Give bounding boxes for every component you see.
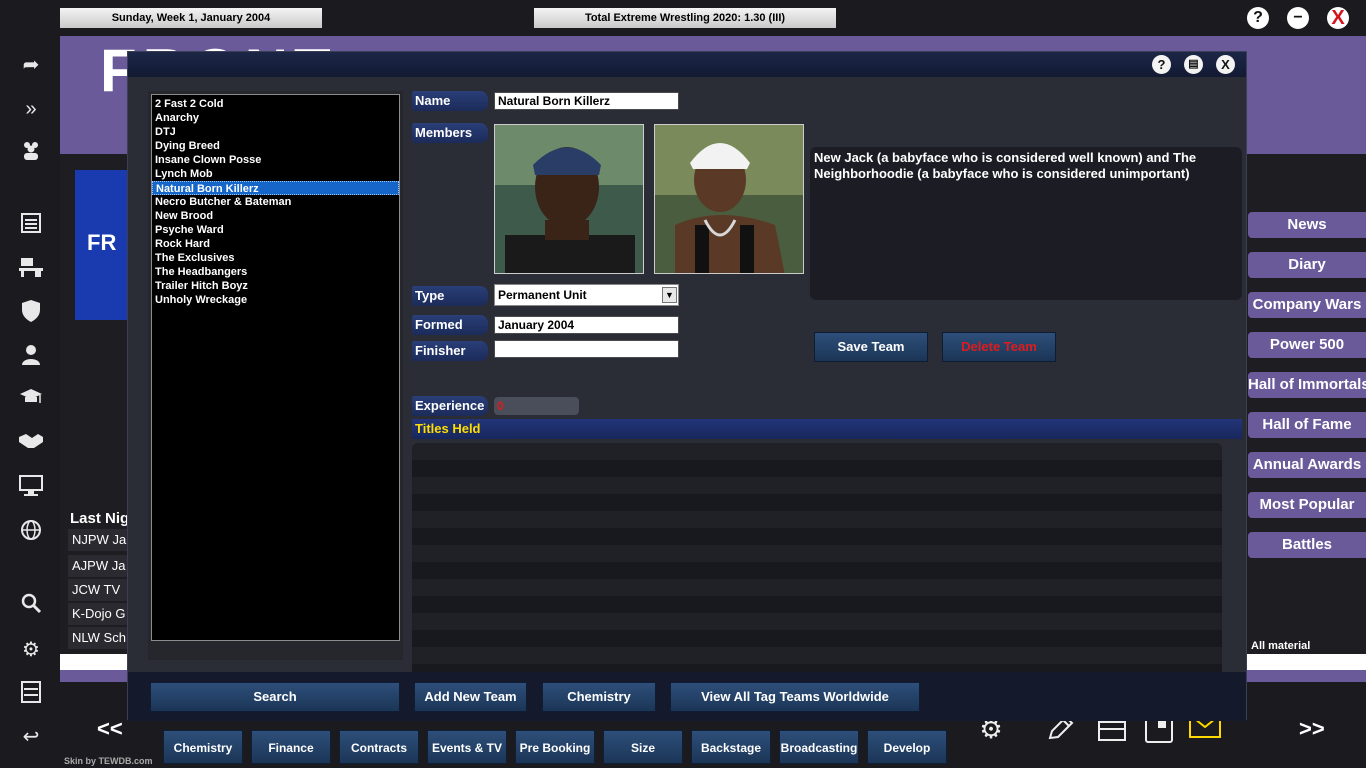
members-label: Members (412, 123, 488, 143)
save-team-button[interactable]: Save Team (814, 332, 928, 362)
list-item[interactable]: NJPW Ja (68, 529, 128, 551)
prev-arrow[interactable]: << (97, 716, 123, 742)
formed-label: Formed (412, 315, 488, 335)
team-name-field[interactable]: Natural Born Killerz (494, 92, 679, 110)
list-item[interactable]: DTJ (152, 125, 399, 139)
list-item-selected[interactable]: Natural Born Killerz (152, 181, 399, 195)
member-photo-neighborhoodie[interactable] (654, 124, 804, 274)
chemistry-tab-button[interactable]: Chemistry (163, 730, 243, 764)
skin-credit: Skin by TEWDB.com (64, 756, 153, 766)
left-sidebar: ➦ » ⚙ ↩ (0, 36, 60, 768)
nav-hall-of-immortals[interactable]: Hall of Immortals (1248, 372, 1366, 398)
back-icon[interactable]: ↩ (18, 724, 44, 750)
list-item[interactable]: Unholy Wreckage (152, 293, 399, 307)
chemistry-button[interactable]: Chemistry (542, 682, 656, 712)
person-icon[interactable] (18, 343, 44, 369)
nav-annual-awards[interactable]: Annual Awards (1248, 452, 1366, 478)
news-icon[interactable] (18, 212, 44, 238)
list-item[interactable]: Psyche Ward (152, 223, 399, 237)
monitor-icon[interactable] (18, 475, 44, 501)
search-icon[interactable] (18, 592, 44, 618)
nav-company-wars[interactable]: Company Wars (1248, 292, 1366, 318)
list-item[interactable]: Rock Hard (152, 237, 399, 251)
nav-most-popular[interactable]: Most Popular (1248, 492, 1366, 518)
fast-forward-icon[interactable]: » (18, 96, 44, 122)
list-item[interactable]: NLW Sch (68, 627, 128, 649)
tag-teams-dialog: ? ▤ X 2 Fast 2 Cold Anarchy DTJ Dying Br… (127, 51, 1247, 721)
pre-booking-button[interactable]: Pre Booking (515, 730, 595, 764)
copyright-text: All material (1251, 640, 1311, 652)
close-icon[interactable]: X (1327, 7, 1349, 29)
list-item[interactable]: JCW TV (68, 579, 128, 601)
team-list-panel: 2 Fast 2 Cold Anarchy DTJ Dying Breed In… (148, 91, 403, 660)
formed-field[interactable]: January 2004 (494, 316, 679, 334)
game-date: Sunday, Week 1, January 2004 (60, 8, 322, 28)
dialog-body: 2 Fast 2 Cold Anarchy DTJ Dying Breed In… (128, 77, 1246, 684)
search-button[interactable]: Search (150, 682, 400, 712)
shield-icon[interactable] (18, 299, 44, 325)
finisher-field[interactable] (494, 340, 679, 358)
type-label: Type (412, 286, 488, 306)
finance-button[interactable]: Finance (251, 730, 331, 764)
broadcasting-button[interactable]: Broadcasting (779, 730, 859, 764)
list-item[interactable]: Necro Butcher & Bateman (152, 195, 399, 209)
forward-icon[interactable]: ➦ (18, 52, 44, 78)
globe-icon[interactable] (18, 519, 44, 545)
size-button[interactable]: Size (603, 730, 683, 764)
list-item[interactable]: Insane Clown Posse (152, 153, 399, 167)
handshake-icon[interactable] (18, 431, 44, 457)
list-item[interactable]: AJPW Ja (68, 555, 128, 577)
people-icon[interactable] (18, 139, 44, 165)
contracts-button[interactable]: Contracts (339, 730, 419, 764)
list-item[interactable]: Anarchy (152, 111, 399, 125)
nav-hall-of-fame[interactable]: Hall of Fame (1248, 412, 1366, 438)
add-new-team-button[interactable]: Add New Team (414, 682, 527, 712)
list-item[interactable]: Dying Breed (152, 139, 399, 153)
help-icon[interactable]: ? (1152, 55, 1171, 74)
list-item[interactable]: Trailer Hitch Boyz (152, 279, 399, 293)
dialog-title-bar: ? ▤ X (128, 52, 1246, 77)
members-description: New Jack (a babyface who is considered w… (810, 147, 1242, 300)
list-item[interactable]: New Brood (152, 209, 399, 223)
gears-icon[interactable]: ⚙ (18, 637, 44, 663)
desk-icon[interactable] (18, 256, 44, 282)
team-list[interactable]: 2 Fast 2 Cold Anarchy DTJ Dying Breed In… (151, 94, 400, 641)
delete-team-button[interactable]: Delete Team (942, 332, 1056, 362)
events-tv-button[interactable]: Events & TV (427, 730, 507, 764)
titles-held-header: Titles Held (412, 419, 1242, 439)
name-label: Name (412, 91, 488, 111)
member-photo-new-jack[interactable] (494, 124, 644, 274)
minimize-icon[interactable]: − (1287, 7, 1309, 29)
save-icon[interactable] (18, 681, 44, 707)
chevron-down-icon[interactable]: ▼ (662, 287, 677, 303)
next-arrow[interactable]: >> (1299, 716, 1325, 742)
graduation-cap-icon[interactable] (18, 387, 44, 413)
close-icon[interactable]: X (1216, 55, 1235, 74)
backstage-button[interactable]: Backstage (691, 730, 771, 764)
experience-bar: 0 (494, 397, 579, 415)
save-icon[interactable]: ▤ (1184, 55, 1203, 74)
company-logo: FR (75, 170, 135, 320)
help-icon[interactable]: ? (1247, 7, 1269, 29)
top-bar: Sunday, Week 1, January 2004 Total Extre… (0, 0, 1366, 36)
list-item[interactable]: K-Dojo G (68, 603, 128, 625)
list-item[interactable]: Lynch Mob (152, 167, 399, 181)
develop-button[interactable]: Develop (867, 730, 947, 764)
list-item[interactable]: The Headbangers (152, 265, 399, 279)
experience-label: Experience (412, 396, 488, 416)
list-item[interactable]: 2 Fast 2 Cold (152, 97, 399, 111)
list-item[interactable]: The Exclusives (152, 251, 399, 265)
type-select-value: Permanent Unit (498, 288, 587, 302)
finisher-label: Finisher (412, 341, 488, 361)
game-title: Total Extreme Wrestling 2020: 1.30 (III) (534, 8, 836, 28)
titles-held-list (412, 443, 1222, 684)
nav-diary[interactable]: Diary (1248, 252, 1366, 278)
nav-battles[interactable]: Battles (1248, 532, 1366, 558)
nav-power-500[interactable]: Power 500 (1248, 332, 1366, 358)
type-select[interactable]: Permanent Unit ▼ (494, 284, 679, 306)
nav-news[interactable]: News (1248, 212, 1366, 238)
view-all-tag-teams-button[interactable]: View All Tag Teams Worldwide (670, 682, 920, 712)
